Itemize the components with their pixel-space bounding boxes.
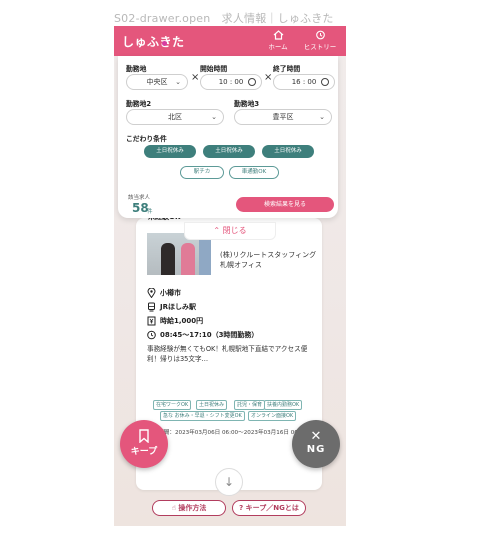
job-tag: オンライン面接OK [248, 411, 297, 421]
work-area-label: 勤務地 [126, 65, 147, 73]
app-logo[interactable]: しゅふきた [122, 33, 185, 50]
condition-chip[interactable]: 車通勤OK [229, 166, 279, 179]
times-icon: × [264, 72, 273, 83]
condition-chip[interactable]: 土日祝休み [262, 145, 314, 158]
conditions-label: こだわり条件 [126, 135, 167, 143]
clock-icon [248, 78, 256, 86]
keep-ng-help-label: キープ／NGとは [245, 504, 299, 512]
work-area2-select[interactable]: 北区 ⌄ [126, 109, 224, 125]
photo-person-1 [161, 243, 175, 275]
count-label: 該当求人 [128, 195, 151, 201]
job-tag: 土日祝休み [196, 400, 228, 410]
chevron-up-icon: ⌃ [213, 226, 223, 235]
work-area3-value: 豊平区 [272, 113, 294, 121]
ng-label: NG [306, 444, 326, 455]
location-row: 小樽市 [147, 288, 181, 298]
hours-text: 08:45〜17:10（3時間勤務） [160, 331, 259, 339]
condition-chip[interactable]: 土日祝休み [144, 145, 196, 158]
phone-screen: しゅふきた ホーム ヒストリー (株)リクルートスタッフィング札幌オフィス 小樽… [114, 26, 346, 526]
chevron-down-icon: ⌄ [319, 113, 325, 121]
wage-text: 時給1,000円 [160, 317, 204, 325]
work-area-select[interactable]: 中央区 ⌄ [126, 74, 188, 90]
keep-button[interactable]: キープ [120, 420, 168, 468]
start-time-value: 10 : 00 [218, 78, 244, 86]
wage-row: 時給1,000円 [147, 316, 203, 326]
clock-icon [147, 330, 156, 340]
end-time-select[interactable]: 16 : 00 [273, 74, 335, 90]
start-time-label: 開始時間 [200, 65, 228, 73]
end-time-label: 終了時間 [273, 65, 301, 73]
app-header: しゅふきた ホーム ヒストリー [114, 26, 346, 56]
chevron-down-icon: ⌄ [175, 78, 181, 86]
close-drawer-button[interactable]: ⌃ 閉じる [184, 222, 276, 240]
how-to-label: 操作方法 [178, 504, 207, 512]
work-area3-label: 勤務地3 [234, 100, 260, 108]
keep-ng-help-button[interactable]: ? キープ／NGとは [232, 500, 306, 516]
photo-person-2 [181, 243, 195, 275]
job-tag: 急な お休み・早退・シフト変更OK [160, 411, 245, 421]
nav-home-label: ホーム [268, 43, 288, 51]
work-area3-select[interactable]: 豊平区 ⌄ [234, 109, 332, 125]
nav-home[interactable]: ホーム [258, 30, 298, 51]
close-drawer-label: 閉じる [222, 226, 247, 235]
station-row: JRほしみ駅 [147, 302, 196, 312]
work-area-value: 中央区 [146, 78, 168, 86]
how-to-button[interactable]: ☝ 操作方法 [152, 500, 226, 516]
keep-label: キープ [130, 447, 158, 457]
nav-history-label: ヒストリー [303, 43, 337, 51]
nav-history[interactable]: ヒストリー [300, 30, 340, 51]
location-text: 小樽市 [160, 289, 181, 297]
work-area2-value: 北区 [168, 113, 182, 121]
job-description: 事務経験が無くてもOK！札幌駅地下直結でアクセス便利！帰りは35文字… [147, 345, 308, 363]
history-icon [315, 30, 325, 40]
hours-row: 08:45〜17:10（3時間勤務） [147, 330, 258, 340]
home-icon [273, 30, 283, 40]
page-label: S02-drawer.open 求人情報｜しゅふきた [114, 12, 334, 25]
ng-button[interactable]: ✕ NG [292, 420, 340, 468]
close-icon: ✕ [310, 429, 322, 444]
end-time-value: 16 : 00 [291, 78, 317, 86]
yen-icon [147, 316, 156, 326]
bookmark-icon [139, 429, 149, 443]
search-drawer: 勤務地 中央区 ⌄ × 開始時間 10 : 00 × 終了時間 16 : 00 … [118, 56, 338, 218]
condition-chip[interactable]: 駅チカ [180, 166, 224, 179]
chevron-down-icon: ⌄ [211, 113, 217, 121]
job-tag: 在宅ワークOK [153, 400, 192, 410]
start-time-select[interactable]: 10 : 00 [200, 74, 262, 90]
clock-icon [321, 78, 329, 86]
count-unit: 件 [147, 209, 153, 215]
work-area2-label: 勤務地2 [126, 100, 152, 108]
next-card-button[interactable]: ↓ [215, 468, 243, 496]
job-tag: 託児・保育 [234, 400, 266, 410]
condition-chip[interactable]: 土日祝休み [203, 145, 255, 158]
job-tag: 扶養内勤務OK [264, 400, 303, 410]
arrow-down-icon: ↓ [223, 475, 235, 489]
company-name: (株)リクルートスタッフィング札幌オフィス [220, 251, 317, 269]
times-icon: × [191, 72, 200, 83]
view-results-button[interactable]: 検索結果を見る [236, 197, 334, 212]
logo-dot [162, 41, 167, 46]
train-icon [148, 302, 155, 312]
posting-period: 掲載期間：2023年03月06日 06:00〜2023年03月16日 06:00 [147, 430, 307, 436]
location-pin-icon [147, 288, 156, 298]
station-text: JRほしみ駅 [160, 303, 196, 311]
